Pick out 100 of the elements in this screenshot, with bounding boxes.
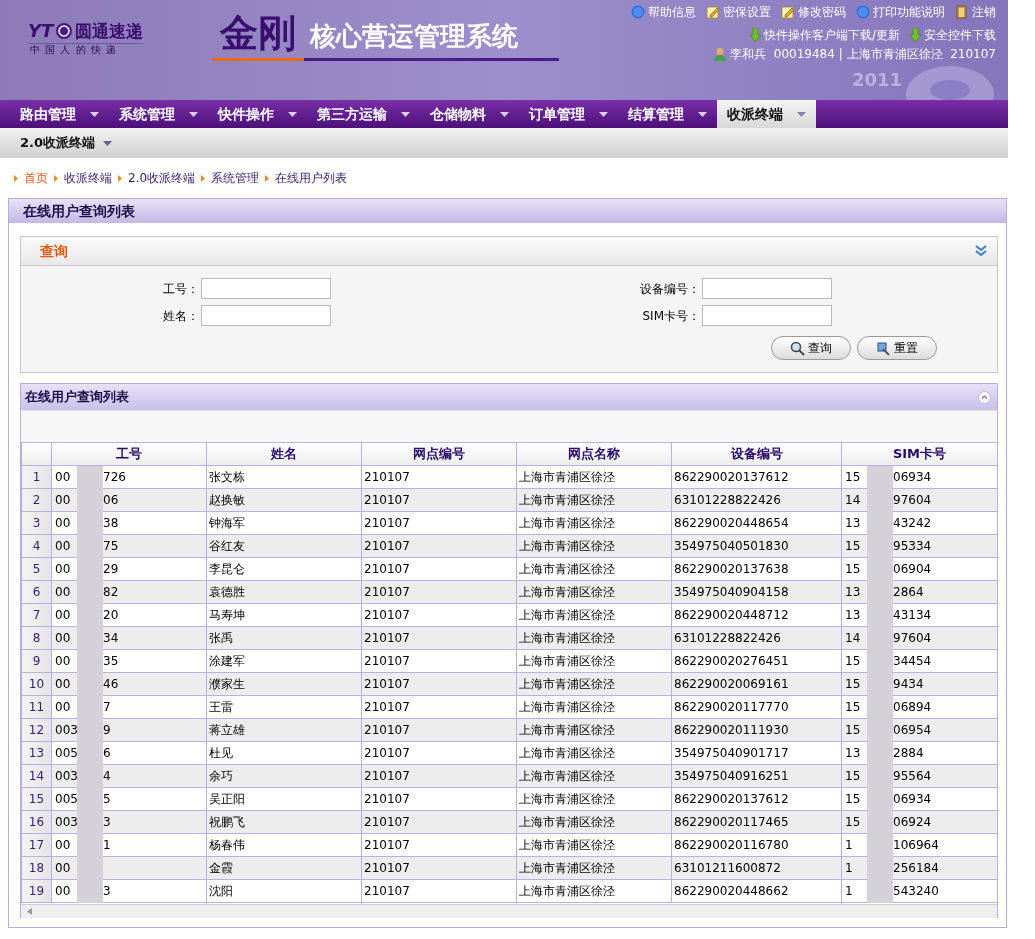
nav-tab[interactable]: 订单管理 xyxy=(519,100,618,128)
nav-tab[interactable]: 收派终端 xyxy=(717,100,816,128)
header-link[interactable]: 注销 xyxy=(955,3,996,21)
header-link[interactable]: 打印功能说明 xyxy=(856,3,945,21)
cell-text: 13 xyxy=(845,515,862,532)
cell-text: 15 xyxy=(845,561,862,578)
table-cell: 上海市青浦区徐泾 xyxy=(516,557,672,581)
row-number: 4 xyxy=(21,534,52,558)
grid-title: 在线用户查询列表 xyxy=(25,388,129,407)
row-number: 17 xyxy=(21,833,52,857)
cell-text: 543240 xyxy=(893,883,939,900)
user-info: 李和兵 00019484 | 上海市青浦区徐泾 210107 xyxy=(730,46,996,63)
table-cell: 上海市青浦区徐泾 xyxy=(516,649,672,673)
cell-text: 00 xyxy=(55,653,72,670)
table-cell: 862290020069161 xyxy=(671,672,842,696)
breadcrumb-link[interactable]: 收派终端 xyxy=(64,169,112,187)
cell-text: 5 xyxy=(103,791,111,808)
cell-text: 15 xyxy=(845,722,862,739)
nav-tab[interactable]: 第三方运输 xyxy=(307,100,420,128)
nav-tab[interactable]: 结算管理 xyxy=(618,100,717,128)
logo-slogan: 中 国 人 的 快 递 xyxy=(28,43,144,55)
header-link[interactable]: 修改密码 xyxy=(781,3,846,21)
row-number: 2 xyxy=(21,488,52,512)
door-icon xyxy=(955,5,969,19)
table-cell: 上海市青浦区徐泾 xyxy=(516,810,672,834)
cell-text: 00 xyxy=(55,561,72,578)
cell-text: 726 xyxy=(103,469,126,486)
breadcrumb-link[interactable]: 系统管理 xyxy=(211,169,260,187)
panel-title: 在线用户查询列表 xyxy=(23,201,135,221)
cell-text: 06 xyxy=(103,492,119,509)
horizontal-scrollbar[interactable] xyxy=(21,904,997,918)
caret-icon xyxy=(401,111,410,117)
breadcrumb-link[interactable]: 2.0收派终端 xyxy=(128,169,196,187)
nav-tab[interactable]: 仓储物料 xyxy=(420,100,519,128)
table-cell: 马寿坤 xyxy=(206,603,362,627)
cell-text: 256184 xyxy=(893,860,939,877)
cell-text: 00 xyxy=(55,469,72,486)
scroll-left-icon[interactable] xyxy=(27,908,32,915)
breadcrumb-link[interactable]: 首页 xyxy=(24,169,48,187)
cell-text: 14 xyxy=(845,630,862,647)
input-field[interactable] xyxy=(702,305,832,326)
table-cell: 沈阳 xyxy=(206,879,362,903)
nav-tab[interactable]: 系统管理 xyxy=(109,100,208,128)
cell-text: 1 xyxy=(845,860,854,877)
table-cell: 210107 xyxy=(361,718,517,742)
nav-tab[interactable]: 路由管理 xyxy=(10,100,109,128)
caret-icon xyxy=(500,111,509,117)
cell-text: 00 xyxy=(55,676,72,693)
table-cell: 210107 xyxy=(361,488,517,512)
table-cell: 赵换敏 xyxy=(206,488,362,512)
row-number: 18 xyxy=(21,856,52,880)
system-subtitle: 核心营运管理系统 xyxy=(304,23,559,61)
table-cell: 上海市青浦区徐泾 xyxy=(516,718,672,742)
nav-tab[interactable]: 快件操作 xyxy=(208,100,307,128)
cell-text: 2884 xyxy=(893,745,924,762)
subnav-tab[interactable]: 2.0收派终端 xyxy=(20,133,113,153)
table-cell: 上海市青浦区徐泾 xyxy=(516,672,672,696)
cell-text: 15 xyxy=(845,538,862,555)
download-link[interactable]: 安全控件下载 xyxy=(910,26,996,44)
down-arrow-icon xyxy=(910,28,921,42)
table-cell: 210107 xyxy=(361,787,517,811)
table-cell: 上海市青浦区徐泾 xyxy=(516,741,672,765)
column-header[interactable]: 设备编号 xyxy=(671,442,842,466)
row-number: 12 xyxy=(21,718,52,742)
cell-text: 106964 xyxy=(893,837,939,854)
table-cell: 862290020116780 xyxy=(671,833,842,857)
table-cell: 杨春伟 xyxy=(206,833,362,857)
cell-text: 06924 xyxy=(893,814,932,831)
column-header[interactable]: 工号 xyxy=(51,442,207,466)
input-field[interactable] xyxy=(201,278,331,299)
search-icon xyxy=(790,340,805,356)
cell-text: 34454 xyxy=(893,653,932,670)
column-header[interactable]: 网点编号 xyxy=(361,442,517,466)
cell-text: 00 xyxy=(55,584,72,601)
cell-text: 20 xyxy=(103,607,119,624)
column-header[interactable]: 网点名称 xyxy=(516,442,672,466)
input-field[interactable] xyxy=(201,305,331,326)
column-header[interactable]: SIM卡号 xyxy=(841,442,998,466)
collapse-icon[interactable] xyxy=(975,245,987,257)
search-button[interactable]: 查询 xyxy=(771,336,851,360)
table-cell: 王雷 xyxy=(206,695,362,719)
table-cell: 862290020117770 xyxy=(671,695,842,719)
cell-text: 00 xyxy=(55,492,72,509)
table-cell: 210107 xyxy=(361,764,517,788)
cell-text: 95564 xyxy=(893,768,932,785)
row-number: 6 xyxy=(21,580,52,604)
cell-text: 38 xyxy=(103,515,119,532)
table-cell: 862290020448712 xyxy=(671,603,842,627)
table-cell: 210107 xyxy=(361,856,517,880)
table-cell: 210107 xyxy=(361,833,517,857)
collapse-icon[interactable] xyxy=(978,390,991,404)
pencil-note-icon xyxy=(706,5,720,19)
column-header[interactable]: 姓名 xyxy=(206,442,362,466)
table-cell: 上海市青浦区徐泾 xyxy=(516,856,672,880)
breadcrumb-link[interactable]: 在线用户列表 xyxy=(275,169,348,187)
input-field[interactable] xyxy=(702,278,832,299)
caret-icon xyxy=(103,140,113,146)
row-number: 10 xyxy=(21,672,52,696)
table-cell: 上海市青浦区徐泾 xyxy=(516,603,672,627)
reset-button[interactable]: 重置 xyxy=(857,336,937,360)
